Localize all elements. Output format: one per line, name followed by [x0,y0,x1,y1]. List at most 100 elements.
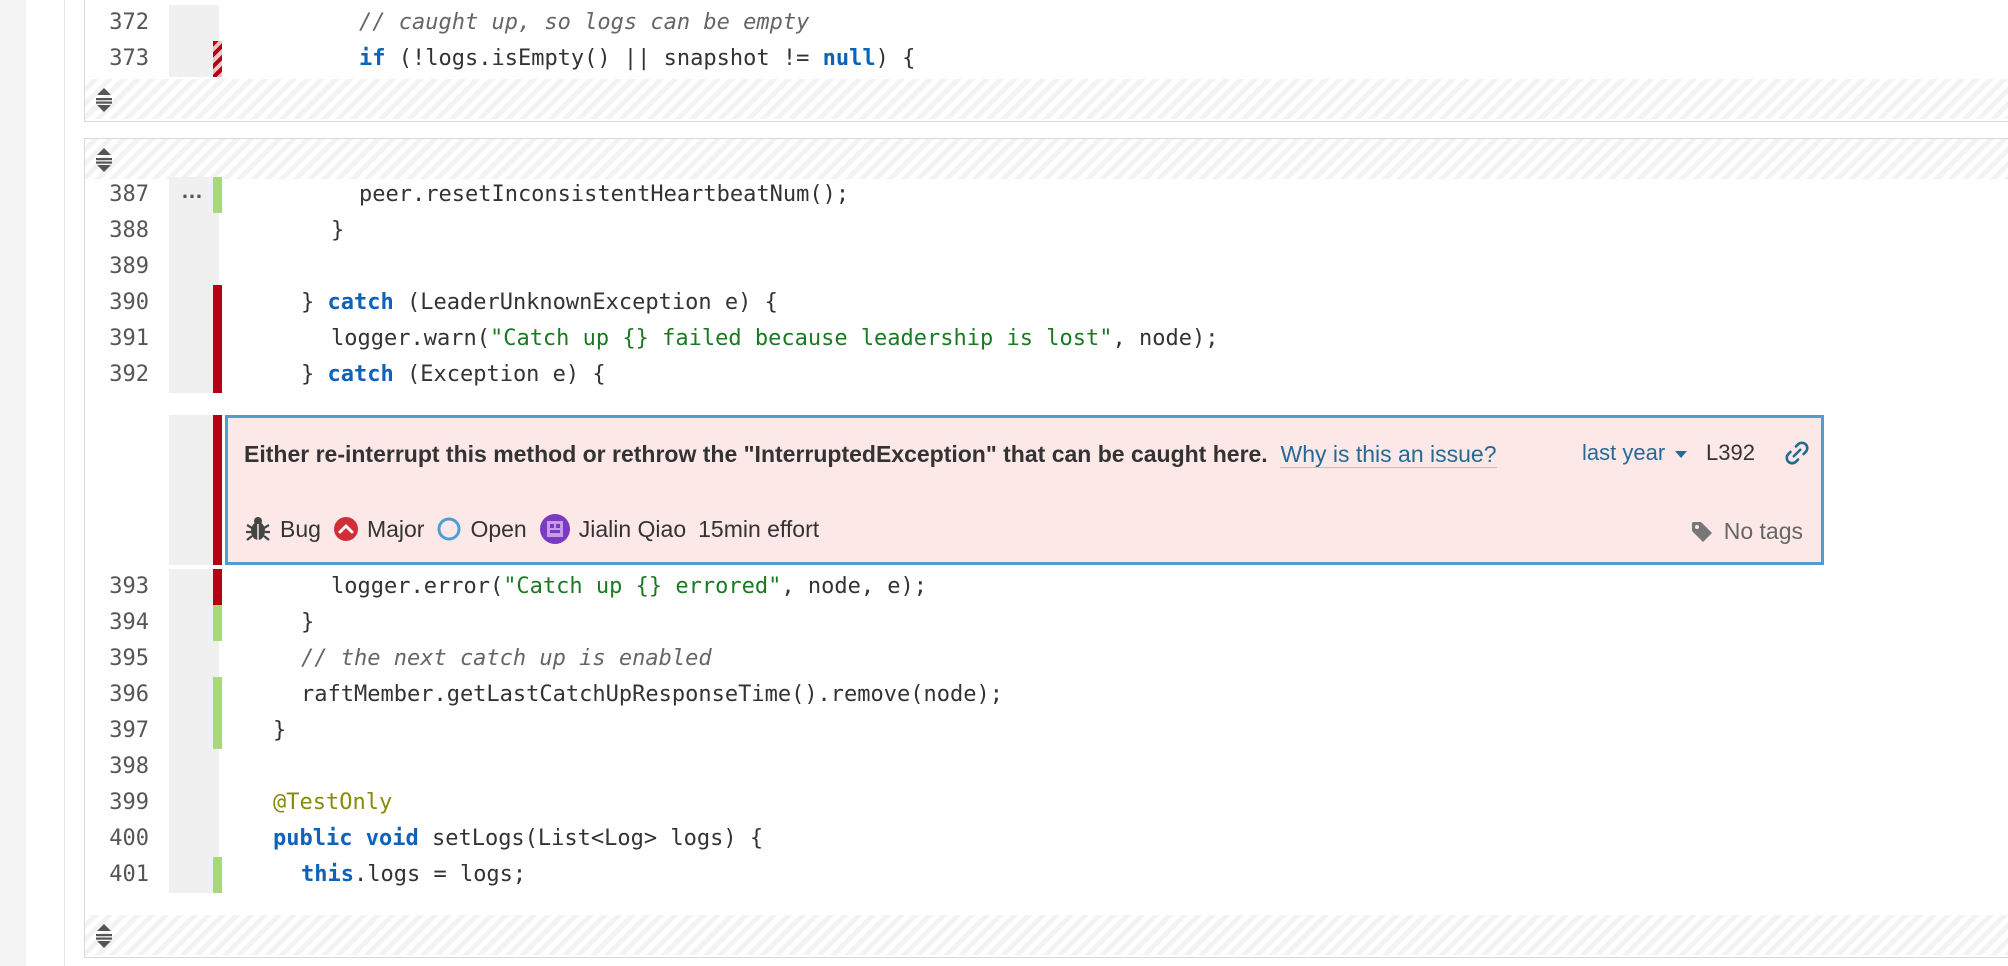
gutter [169,677,219,713]
code-text: (Exception e) { [393,362,606,387]
added-line-marker [213,713,222,749]
line-number[interactable]: 399 [85,785,149,821]
line-number[interactable]: 397 [85,713,149,749]
gutter [169,285,219,321]
code-keyword: null [822,46,876,71]
line-number[interactable]: 393 [85,569,149,605]
gutter [169,5,219,41]
code-line: 399 @TestOnly [85,785,2008,821]
uncovered-line-marker [213,285,222,321]
code-block-1: 372 // caught up, so logs can be empty 3… [84,0,2008,122]
added-line-marker [213,857,222,893]
code-keyword: void [365,826,419,851]
code-text: ) { [875,46,916,71]
code-text: } [273,718,287,743]
caret-down-icon [1675,451,1688,458]
permalink-icon[interactable] [1784,440,1810,466]
uncovered-line-marker [213,321,222,357]
code-text: } [301,290,328,315]
code-line: 395 // the next catch up is enabled [85,641,2008,677]
left-panel-divider [64,0,65,966]
code-block-2: 387 … peer.resetInconsistentHeartbeatNum… [84,138,2008,958]
code-line: 398 [85,749,2008,785]
issue-tags[interactable]: No tags [1690,518,1803,545]
issue-effort[interactable]: 15min effort [698,516,819,543]
code-keyword: catch [327,290,394,315]
issue-status[interactable]: Open [436,515,527,543]
scm-info-toggle[interactable]: … [181,173,203,209]
line-number[interactable]: 373 [85,41,149,77]
issue-date-dropdown[interactable]: last year [1582,440,1688,466]
code-line: 389 [85,249,2008,285]
issue-line-ref: L392 [1706,440,1755,465]
code-keyword: if [359,46,386,71]
issue-severity[interactable]: Major [333,515,425,543]
code-keyword: catch [327,362,394,387]
line-number[interactable]: 394 [85,605,149,641]
added-line-marker [213,605,222,641]
expand-icon[interactable] [93,922,115,950]
code-line: 401 this.logs = logs; [85,857,2008,893]
code-comment: // the next catch up is enabled [301,646,712,671]
code-line: 392 } catch (Exception e) { [85,357,2008,393]
code-line: 396 raftMember.getLastCatchUpResponseTim… [85,677,2008,713]
issue-type[interactable]: Bug [244,515,321,543]
code-text: } [331,218,345,243]
line-number[interactable]: 396 [85,677,149,713]
bug-icon [246,517,270,541]
line-number[interactable]: 391 [85,321,149,357]
avatar-icon [539,514,570,544]
code-string: "Catch up {} failed because leadership i… [489,326,1113,351]
line-number[interactable]: 387 [85,177,149,213]
code-text: } [301,610,315,635]
issue-type-label: Bug [280,515,321,542]
uncovered-line-marker [213,569,222,605]
code-keyword: public [273,826,353,851]
code-string: "Catch up {} errored" [503,574,782,599]
code-comment: // caught up, so logs can be empty [359,10,810,35]
code-text: (!logs.isEmpty() || snapshot != [385,46,823,71]
gutter [169,569,219,605]
code-text: setLogs(List<Log> logs) { [418,826,764,851]
issue-box[interactable]: Either re-interrupt this method or rethr… [225,415,1824,565]
added-line-marker [213,177,222,213]
why-is-this-an-issue-link[interactable]: Why is this an issue? [1280,441,1497,468]
code-line: 391 logger.warn("Catch up {} failed beca… [85,321,2008,357]
code-line: 390 } catch (LeaderUnknownException e) { [85,285,2008,321]
issue-assignee[interactable]: Jialin Qiao [539,513,686,545]
line-number[interactable]: 388 [85,213,149,249]
line-number[interactable]: 395 [85,641,149,677]
gutter [169,41,219,77]
tag-icon [1691,521,1712,542]
uncovered-line-marker [213,415,222,565]
issue-tags-label: No tags [1723,518,1803,544]
code-text: , node); [1112,326,1219,351]
gutter [169,321,219,357]
expand-lines-bar[interactable] [85,915,2008,955]
code-text: peer.resetInconsistentHeartbeatNum(); [359,182,850,207]
issue-status-label: Open [470,515,527,542]
line-number[interactable]: 390 [85,285,149,321]
removed-line-marker [213,41,222,77]
issue-severity-label: Major [366,515,425,542]
line-number[interactable]: 398 [85,749,149,785]
expand-lines-bar[interactable] [85,79,2008,119]
line-number[interactable]: 401 [85,857,149,893]
line-number[interactable]: 372 [85,5,149,41]
line-number[interactable]: 392 [85,357,149,393]
gutter [169,641,219,677]
expand-icon[interactable] [93,146,115,174]
code-line: 387 … peer.resetInconsistentHeartbeatNum… [85,177,2008,213]
expand-lines-bar[interactable] [85,139,2008,179]
gutter [169,749,219,785]
uncovered-line-marker [213,357,222,393]
issue-message[interactable]: Either re-interrupt this method or rethr… [244,441,1268,467]
gutter [169,357,219,393]
code-line: 394 } [85,605,2008,641]
expand-icon[interactable] [93,86,115,114]
line-number[interactable]: 389 [85,249,149,285]
code-line: 372 // caught up, so logs can be empty [85,5,2008,41]
line-number[interactable]: 400 [85,821,149,857]
issue-assignee-label: Jialin Qiao [578,515,687,542]
